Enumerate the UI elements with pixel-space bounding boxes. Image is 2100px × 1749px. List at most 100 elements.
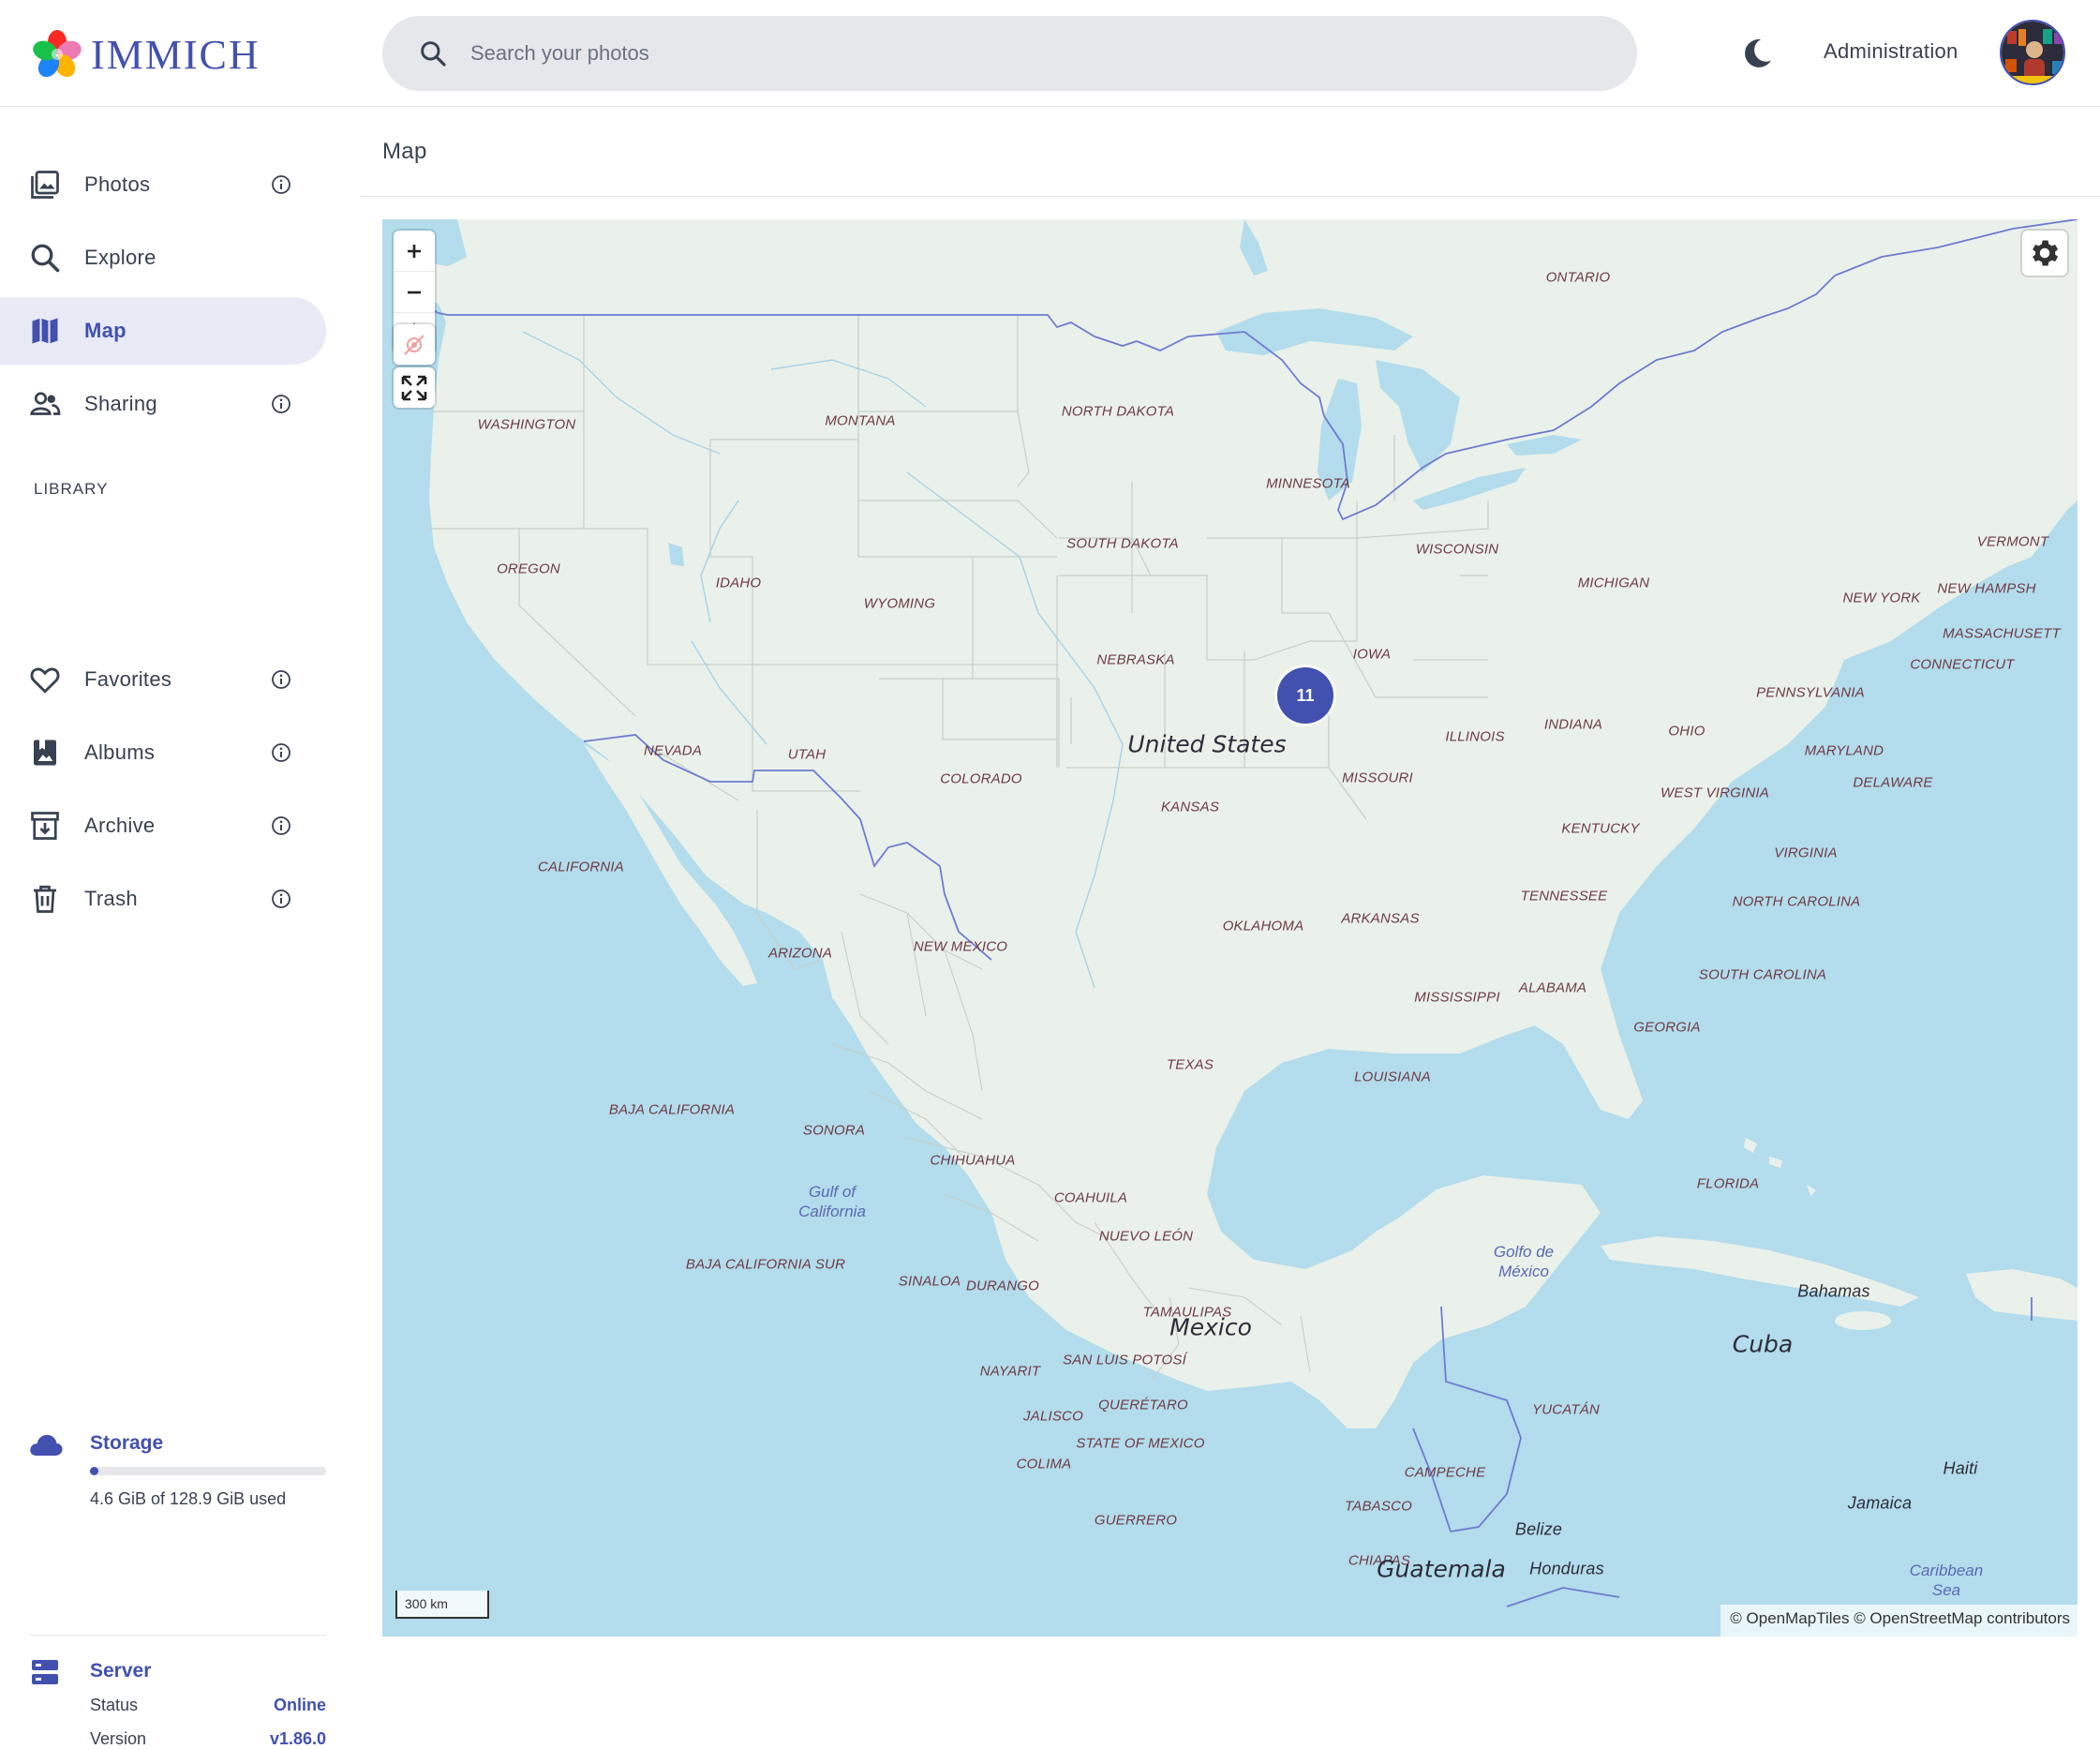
archive-icon [28,809,62,843]
map-settings-button[interactable] [2022,231,2067,276]
region-label: QUERÉTARO [1098,1397,1188,1413]
place-label: Belize [1514,1519,1563,1539]
search-input[interactable] [469,40,1597,67]
sidebar-item-archive[interactable]: Archive [0,792,326,860]
region-label: MISSOURI [1342,770,1413,786]
sidebar: Photos Explore Map Sharing LIBRARY Favor… [0,107,356,1748]
info-icon[interactable] [271,394,291,414]
sidebar-item-photos[interactable]: Photos [0,151,326,218]
map-view[interactable]: ONTARIO WASHINGTON MONTANA NORTH DAKOTA MINN… [382,219,2078,1637]
region-label: SOUTH CAROLINA [1698,966,1827,983]
geolocate-control [394,324,435,365]
region-label: CHIHUAHUA [930,1152,1016,1169]
place-label: Honduras [1529,1559,1604,1578]
sidebar-item-label: Map [84,319,127,342]
region-label: WEST VIRGINIA [1661,785,1769,801]
divider [360,196,2100,197]
region-label: BAJA CALIFORNIA [608,1101,736,1118]
top-bar: IMMICH Administration [0,0,2100,107]
sidebar-item-label: Albums [84,740,156,764]
brand-name: IMMICH [91,31,261,78]
region-label: MISSISSIPPI [1414,989,1500,1006]
info-icon[interactable] [271,742,291,763]
moon-icon[interactable] [1738,35,1776,72]
region-label: NEW HAMPSH [1937,580,2036,597]
region-label: MARYLAND [1804,742,1884,759]
region-label: PENNSYLVANIA [1756,684,1865,701]
region-label: ARIZONA [767,945,833,962]
region-label: WISCONSIN [1415,541,1499,558]
region-label: DURANGO [965,1278,1040,1294]
sharing-icon [28,387,62,421]
info-icon[interactable] [271,174,291,195]
cloud-icon [28,1430,64,1463]
water-label: Golfo de México [1494,1242,1554,1281]
region-label: NEW YORK [1842,590,1921,606]
country-label: United States [1127,730,1287,758]
region-label: SINALOA [898,1273,961,1290]
user-avatar[interactable] [2000,20,2065,85]
country-label: Mexico [1169,1313,1252,1341]
water-label-line: México [1498,1263,1549,1280]
sidebar-item-label: Explore [84,246,156,269]
region-label: STATE OF MEXICO [1076,1435,1205,1452]
immich-logo-icon [31,28,83,81]
storage-progress-fill [90,1467,98,1475]
water-label-line: Gulf of [808,1183,856,1201]
region-label: CONNECTICUT [1910,656,2015,673]
region-label: CALIFORNIA [537,859,625,875]
geolocate-button[interactable] [394,324,435,365]
divider [30,1635,326,1636]
trash-icon [28,882,62,916]
zoom-in-button[interactable] [394,231,435,271]
photo-cluster-marker[interactable]: 11 [1277,667,1333,724]
region-label: CAMPECHE [1404,1464,1486,1481]
region-label: OREGON [497,561,560,577]
water-label: Caribbean Sea [1910,1561,1983,1600]
sidebar-item-trash[interactable]: Trash [0,865,326,933]
server-status-value: Online [273,1696,326,1714]
fullscreen-button[interactable] [394,367,435,408]
region-label: FLORIDA [1696,1175,1760,1192]
region-label: TEXAS [1166,1056,1214,1073]
region-label: UTAH [787,746,827,763]
region-label: JALISCO [1023,1408,1083,1425]
region-label: MASSACHUSETT [1943,625,2061,642]
sidebar-item-favorites[interactable]: Favorites [0,646,326,713]
region-label: GUERRERO [1094,1512,1178,1529]
server-version-label: Version [90,1729,147,1748]
region-label: ONTARIO [1545,269,1611,286]
info-icon[interactable] [271,889,291,909]
region-label: NEW MEXICO [913,938,1008,955]
region-label: ARKANSAS [1341,910,1420,927]
search-bar[interactable] [382,16,1637,91]
sidebar-item-albums[interactable]: Albums [0,719,326,786]
server-version-value[interactable]: v1.86.0 [270,1729,326,1749]
region-label: COAHUILA [1053,1189,1128,1206]
region-label: VERMONT [1976,533,2049,550]
region-label: WASHINGTON [477,416,576,433]
region-label: BAJA CALIFORNIA SUR [685,1256,846,1273]
info-icon[interactable] [271,669,291,690]
region-label: DELAWARE [1853,774,1933,791]
sidebar-item-map[interactable]: Map [0,297,326,365]
zoom-out-button[interactable] [394,271,435,312]
administration-link[interactable]: Administration [1824,39,1959,64]
page-title: Map [382,139,427,164]
minus-icon [408,291,421,293]
album-icon [28,736,62,770]
info-icon[interactable] [271,815,291,836]
immich-logo[interactable]: IMMICH [31,26,261,82]
map-icon [28,314,62,348]
server-status-label: Status [90,1696,139,1714]
water-label-line: Caribbean [1909,1562,1984,1579]
region-label: GEORGIA [1633,1019,1701,1036]
search-icon[interactable] [418,38,448,68]
region-label: NAYARIT [979,1363,1041,1380]
region-label: TENNESSEE [1520,888,1608,904]
sidebar-item-label: Favorites [84,667,172,691]
region-label: SOUTH DAKOTA [1066,535,1179,552]
map-attribution[interactable]: © OpenMapTiles © OpenStreetMap contribut… [1720,1605,2078,1637]
sidebar-item-sharing[interactable]: Sharing [0,370,326,438]
sidebar-item-explore[interactable]: Explore [0,224,326,292]
